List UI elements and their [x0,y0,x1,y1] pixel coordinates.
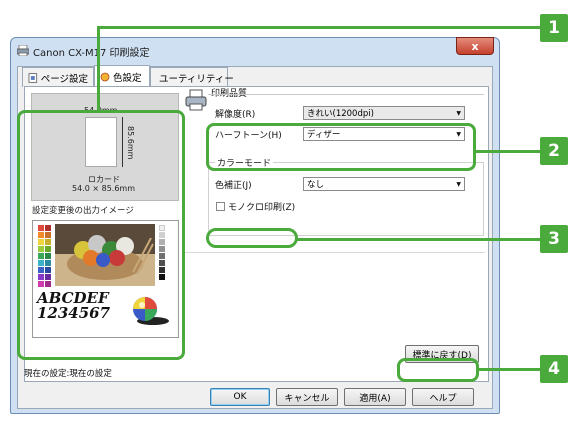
callout-3-highlight [206,228,298,248]
color-correction-label: 色補正(J) [215,181,252,191]
printer-quality-icon [185,89,207,111]
color-mode-group [208,162,484,236]
resolution-dropdown[interactable]: きれい(1200dpi) ▼ [303,106,465,120]
panel-divider [185,252,485,253]
ok-button[interactable]: OK [210,388,270,406]
tab-utility-label: ユーティリティー [159,73,234,85]
callout-2-line [474,150,540,153]
resolution-value: きれい(1200dpi) [307,109,374,119]
resolution-label: 解像度(R) [215,110,256,120]
callout-badge-3: 3 [540,225,568,253]
title-bar: Canon CX-M17 印刷設定 x [11,37,499,64]
tab-page-setup-label: ページ設定 [40,73,88,85]
cancel-button[interactable]: キャンセル [276,388,338,406]
color-correction-dropdown[interactable]: なし ▼ [303,177,465,191]
callout-3-line [296,238,540,241]
callout-1-vertical-line [97,26,100,112]
callout-1-highlight [17,110,185,360]
callout-badge-4: 4 [540,355,568,383]
callout-badge-1: 1 [540,14,568,42]
callout-2-highlight [206,123,476,171]
print-quality-group-border [208,94,484,95]
printer-icon [17,45,29,56]
color-correction-value: なし [307,180,325,190]
tab-color-settings[interactable]: 色設定 [94,65,150,87]
monochrome-label: モノクロ印刷(Z) [228,203,296,213]
callout-badge-2: 2 [540,137,568,165]
tab-page-setup[interactable]: ページ設定 [22,67,94,87]
window-title: Canon CX-M17 印刷設定 [33,48,150,59]
monochrome-checkbox[interactable] [216,202,225,211]
tab-color-settings-label: 色設定 [113,72,142,84]
current-setting-text: 現在の設定:現在の設定 [24,369,112,379]
monochrome-checkbox-row[interactable]: モノクロ印刷(Z) [216,200,295,213]
print-quality-group-label: 印刷品質 [211,89,248,99]
help-button[interactable]: ヘルプ [412,388,474,406]
callout-4-highlight [397,358,479,382]
apply-button[interactable]: 適用(A) [344,388,406,406]
color-settings-icon [100,72,110,81]
tab-utility[interactable]: ユーティリティー [150,67,234,87]
page-setup-icon [28,72,38,83]
callout-1-horizontal-line [97,26,540,29]
close-button[interactable]: x [456,37,494,55]
chevron-down-icon: ▼ [456,181,461,188]
chevron-down-icon: ▼ [456,110,461,117]
callout-4-line [477,368,540,371]
